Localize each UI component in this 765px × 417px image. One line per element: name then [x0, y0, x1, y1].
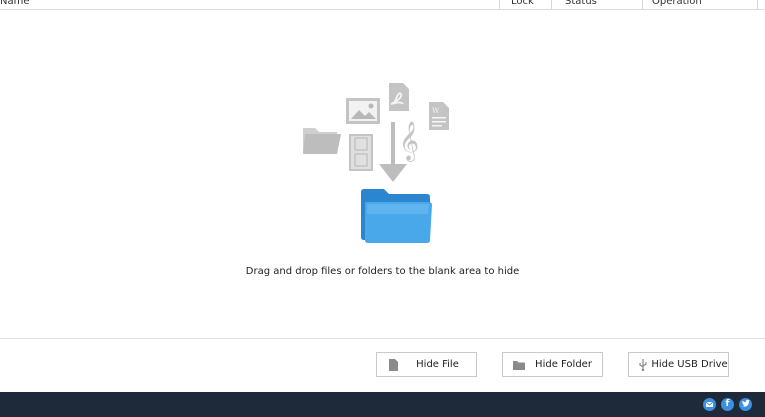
hide-folder-label: Hide Folder: [535, 359, 592, 370]
column-operation[interactable]: Operation: [652, 0, 702, 9]
drop-illustration: W 𝄞: [303, 83, 449, 243]
drop-hint-text: Drag and drop files or folders to the bl…: [245, 266, 520, 277]
column-separator: [499, 0, 500, 9]
document-icon: W: [429, 102, 449, 130]
column-lock[interactable]: Lock: [511, 0, 534, 9]
svg-text:W: W: [432, 107, 440, 115]
column-separator: [551, 0, 552, 9]
hide-usb-drive-button[interactable]: Hide USB Drive: [628, 352, 729, 377]
column-separator: [642, 0, 643, 9]
hide-folder-button[interactable]: Hide Folder: [502, 352, 603, 377]
blue-folder-icon: [361, 189, 432, 243]
facebook-icon[interactable]: f: [721, 398, 734, 411]
column-separator: [757, 0, 758, 9]
twitter-icon[interactable]: [739, 398, 752, 411]
column-header: Name Lock Status Operation: [0, 0, 765, 10]
music-note-icon: 𝄞: [399, 121, 419, 162]
bottom-bar: f: [0, 392, 765, 417]
folder-outline-icon: [303, 128, 341, 154]
column-status[interactable]: Status: [565, 0, 597, 9]
image-icon: [346, 98, 380, 124]
mail-icon[interactable]: [703, 398, 716, 411]
hide-file-button[interactable]: Hide File: [376, 352, 477, 377]
drop-area[interactable]: W 𝄞 Drag and drop files or folders to th…: [0, 10, 765, 337]
footer-divider: [0, 338, 765, 339]
pdf-icon: [389, 83, 409, 111]
svg-text:𝄞: 𝄞: [399, 121, 419, 162]
film-icon: [349, 134, 373, 171]
column-name[interactable]: Name: [0, 0, 30, 9]
hide-usb-label: Hide USB Drive: [651, 359, 728, 370]
hide-file-label: Hide File: [416, 359, 459, 370]
